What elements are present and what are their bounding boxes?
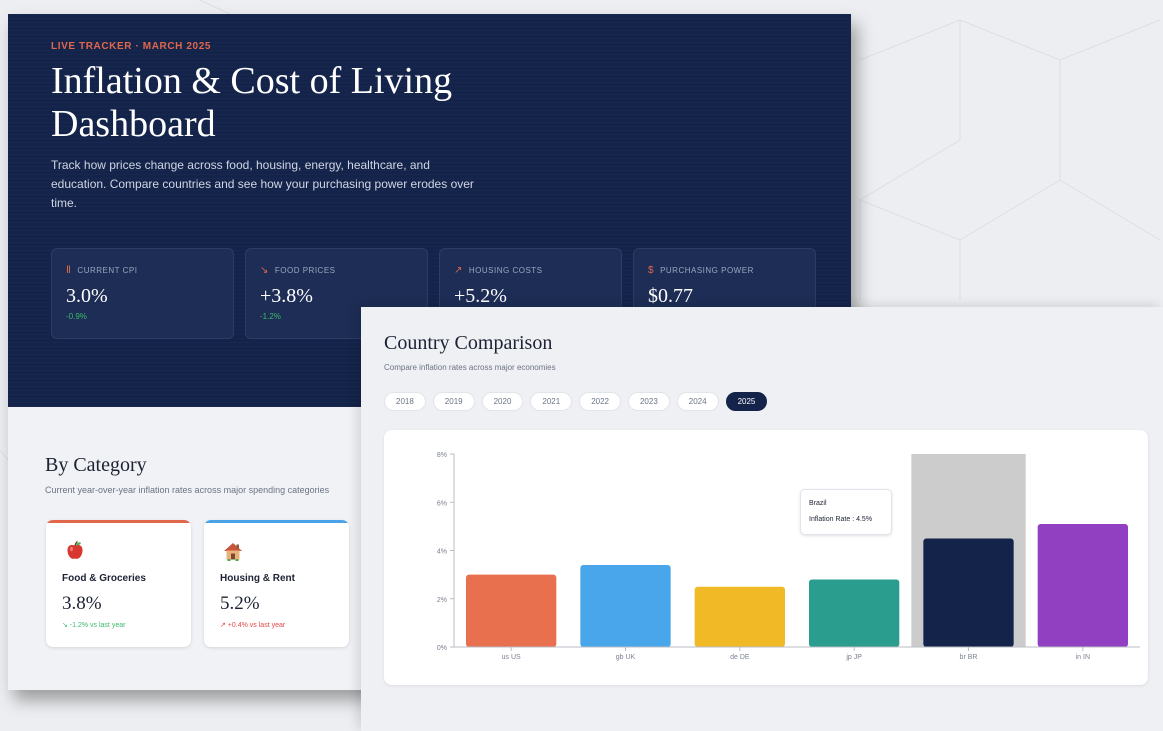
bar-br: [923, 538, 1014, 647]
x-tick-label: us US: [502, 654, 521, 661]
stat-value: 3.0%: [66, 285, 108, 307]
bar-chart-icon: Ⅱ: [66, 265, 72, 276]
x-tick-label: in IN: [1076, 654, 1090, 661]
trend-up-icon: ↗: [454, 265, 463, 276]
house-icon: [224, 543, 242, 561]
chart-tooltip: Brazil Inflation Rate : 4.5%: [800, 489, 892, 535]
comparison-title: Country Comparison: [384, 332, 553, 354]
page-title: Inflation & Cost of Living Dashboard: [51, 60, 453, 145]
year-pill-2024[interactable]: 2024: [676, 392, 719, 411]
year-pill-2021[interactable]: 2021: [530, 392, 573, 411]
category-card-housing[interactable]: Housing & Rent 5.2% ↗ +0.4% vs last year: [204, 520, 349, 647]
hero-eyebrow: LIVE TRACKER · MARCH 2025: [51, 41, 212, 52]
bar-jp: [809, 579, 900, 647]
category-delta: ↗ +0.4% vs last year: [220, 622, 286, 629]
tooltip-country: Brazil: [809, 500, 827, 507]
bar-chart: 0% 2% 4% 6% 8% us US gb UK de DE jp JP br BR in IN: [437, 452, 1140, 661]
bar-uk: [580, 564, 671, 647]
stat-value: $0.77: [648, 285, 693, 307]
x-tick-label: de DE: [730, 654, 750, 661]
card-accent: [46, 520, 191, 523]
country-comparison-window: Country Comparison Compare inflation rat…: [361, 307, 1163, 731]
bar-de: [694, 586, 785, 647]
year-pill-2020[interactable]: 2020: [481, 392, 524, 411]
category-delta: ↘ -1.2% vs last year: [62, 622, 126, 629]
stat-card-cpi: Ⅱ CURRENT CPI 3.0% -0.9%: [51, 248, 234, 339]
stat-value: +5.2%: [454, 285, 507, 307]
stat-value: +3.8%: [260, 285, 313, 307]
stat-label: FOOD PRICES: [274, 266, 336, 275]
y-tick-label: 6%: [437, 500, 447, 507]
tooltip-value: 4.5%: [856, 516, 873, 523]
stat-label: CURRENT CPI: [77, 266, 138, 275]
country-chart: 0% 2% 4% 6% 8% us US gb UK de DE jp JP br BR in IN…: [384, 430, 1148, 685]
stat-label: PURCHASING POWER: [660, 266, 754, 275]
year-pill-2018[interactable]: 2018: [384, 392, 426, 411]
year-pill-2022[interactable]: 2022: [579, 392, 621, 411]
y-tick-label: 8%: [437, 452, 447, 459]
bar-us: [466, 574, 557, 647]
y-tick-label: 2%: [437, 597, 447, 604]
category-value: 3.8%: [62, 593, 102, 614]
apple-icon: [67, 540, 83, 559]
card-accent: [204, 520, 349, 523]
tooltip-label: Inflation Rate: [809, 516, 851, 523]
category-card-food[interactable]: Food & Groceries 3.8% ↘ -1.2% vs last ye…: [46, 520, 191, 647]
x-tick-label: jp JP: [845, 654, 862, 661]
category-title: By Category: [45, 454, 147, 476]
trend-down-icon: ↘: [260, 265, 269, 276]
dollar-icon: $: [648, 265, 655, 276]
comparison-subtitle: Compare inflation rates across major eco…: [384, 363, 556, 372]
x-tick-label: gb UK: [616, 654, 636, 661]
stat-label: HOUSING COSTS: [468, 266, 543, 275]
category-subtitle: Current year-over-year inflation rates a…: [45, 485, 330, 495]
category-value: 5.2%: [220, 593, 260, 614]
y-tick-label: 0%: [437, 645, 447, 652]
stat-delta: -1.2%: [260, 312, 281, 321]
year-pill-2019[interactable]: 2019: [432, 392, 475, 411]
y-tick-label: 4%: [437, 549, 447, 556]
year-selector: 2018 2019 2020 2021 2022 2023 2024 2025: [384, 392, 768, 411]
category-name: Housing & Rent: [220, 573, 295, 584]
category-name: Food & Groceries: [62, 573, 146, 584]
hero-description: Track how prices change across food, hou…: [51, 158, 474, 210]
bar-in: [1037, 523, 1128, 647]
stat-delta: -0.9%: [66, 312, 87, 321]
year-pill-2023[interactable]: 2023: [627, 392, 670, 411]
year-pill-2025[interactable]: 2025: [725, 392, 768, 411]
x-tick-label: br BR: [960, 654, 978, 661]
